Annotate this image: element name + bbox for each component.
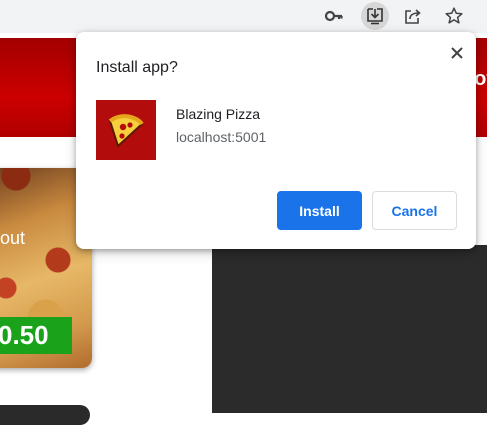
price-value: 0.50: [0, 320, 49, 350]
price-badge: 0.50: [0, 317, 72, 354]
next-pizza-card[interactable]: [0, 405, 90, 425]
dialog-title: Install app?: [96, 59, 178, 76]
key-icon[interactable]: [320, 2, 348, 30]
browser-toolbar: [0, 0, 487, 33]
app-name: Blazing Pizza: [176, 106, 261, 122]
close-icon[interactable]: [446, 42, 468, 64]
share-icon[interactable]: [399, 2, 427, 30]
pizza-card-text: out: [0, 228, 26, 248]
cancel-button[interactable]: Cancel: [372, 191, 457, 230]
banner-text: ot: [474, 68, 487, 90]
star-icon[interactable]: [440, 2, 468, 30]
app-origin: localhost:5001: [176, 129, 267, 145]
install-app-dialog: Install app? Blazing Pizza localhost:500…: [76, 32, 476, 249]
pizza-slice-icon: [96, 100, 156, 160]
install-button[interactable]: Install: [277, 191, 362, 230]
install-app-icon[interactable]: [361, 2, 389, 30]
dark-sidebar-panel: [212, 245, 487, 413]
